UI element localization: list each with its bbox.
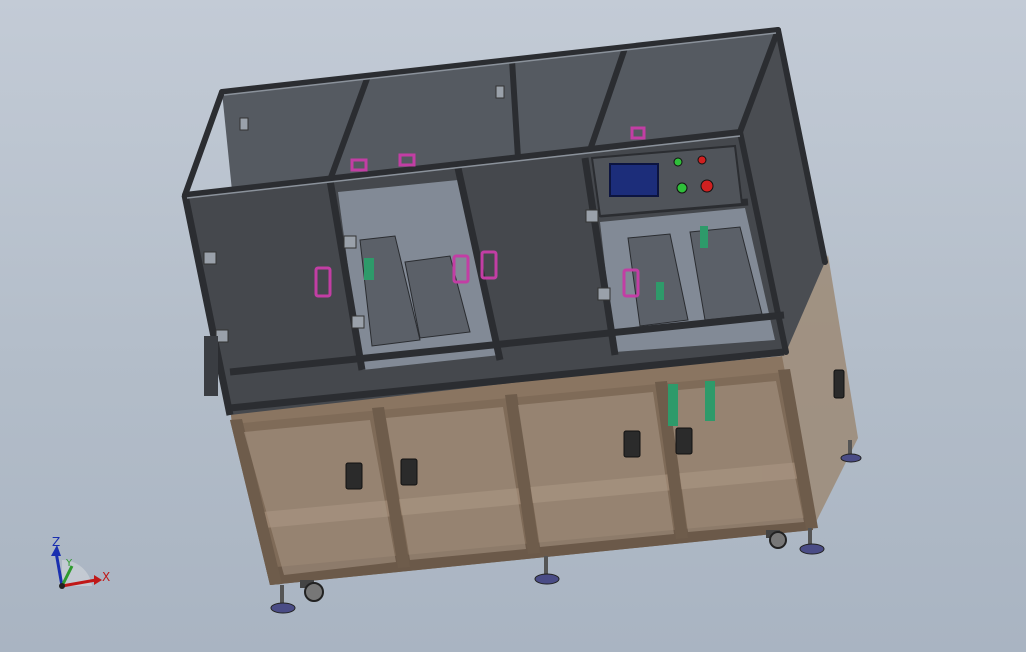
hmi-touchscreen[interactable] [609, 163, 659, 197]
foot-front-right[interactable] [799, 528, 825, 555]
start-button-green[interactable] [676, 182, 688, 194]
foot-front-left[interactable] [270, 585, 296, 614]
caster-front-left[interactable] [300, 580, 324, 602]
upper-guard [181, 27, 828, 416]
x-axis-arrowhead [94, 575, 102, 585]
foot-front-center[interactable] [534, 556, 560, 585]
z-axis-arrow [54, 551, 64, 587]
indicator-light-red-top [697, 155, 707, 165]
control-panel[interactable] [590, 144, 744, 218]
x-axis-label: X [102, 570, 111, 584]
axis-triad [51, 545, 102, 589]
machine-assembly-model[interactable] [0, 0, 1026, 652]
z-axis-label: Z [52, 535, 61, 549]
indicator-light-green-top [673, 157, 683, 167]
triad-origin [59, 583, 65, 589]
cad-viewport[interactable]: Z Y X [0, 0, 1026, 652]
y-axis-label: Y [66, 558, 73, 569]
stop-button-red[interactable] [700, 179, 714, 193]
caster-front-right[interactable] [766, 530, 787, 549]
left-side-fittings [204, 336, 218, 396]
